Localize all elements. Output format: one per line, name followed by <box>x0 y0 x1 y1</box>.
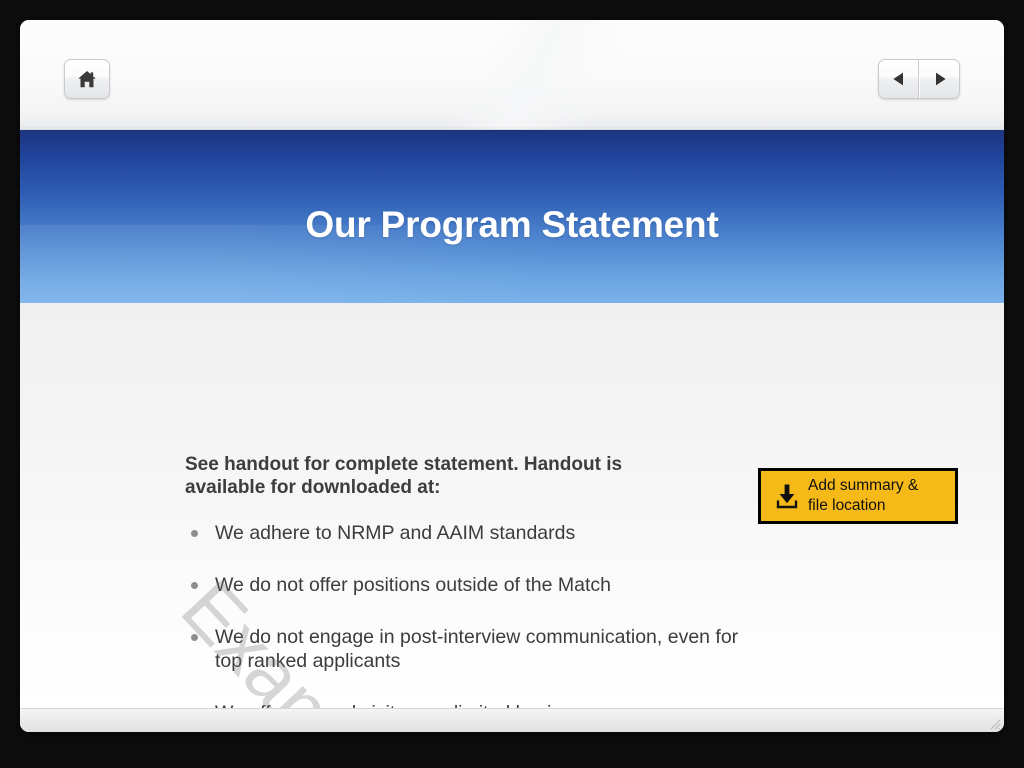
bullet-marker-icon <box>191 582 198 589</box>
statement-bullet-list: We adhere to NRMP and AAIM standards We … <box>185 521 845 708</box>
player-bottom-bar <box>20 708 1004 732</box>
previous-slide-button[interactable] <box>879 60 919 98</box>
list-item: We do not offer positions outside of the… <box>185 573 845 597</box>
resize-grip-icon[interactable] <box>987 716 1001 730</box>
slide-canvas: Our Program Statement See handout for co… <box>20 130 1004 708</box>
list-item: We offer second visits on a limited basi… <box>185 701 845 708</box>
home-button[interactable] <box>64 59 110 99</box>
bullet-marker-icon <box>191 530 198 537</box>
bullet-text: We do not offer positions outside of the… <box>215 574 612 596</box>
download-icon <box>776 484 798 509</box>
page-title: Our Program Statement <box>305 204 719 245</box>
list-item: We do not engage in post-interview commu… <box>185 625 845 673</box>
handout-note: See handout for complete statement. Hand… <box>185 454 623 498</box>
player-toolbar <box>20 20 1004 130</box>
triangle-right-icon <box>935 72 946 86</box>
bullet-text: We adhere to NRMP and AAIM standards <box>215 522 576 544</box>
bullet-marker-icon <box>191 634 198 641</box>
bullet-text: We do not engage in post-interview commu… <box>215 626 739 672</box>
add-summary-button[interactable]: Add summary & file location <box>758 468 958 524</box>
triangle-left-icon <box>892 72 903 86</box>
slide-body: See handout for complete statement. Hand… <box>20 303 1004 708</box>
next-slide-button[interactable] <box>919 60 959 98</box>
slide-title-band: Our Program Statement <box>20 130 1004 303</box>
add-summary-label: Add summary & file location <box>808 477 919 514</box>
screen-background: Our Program Statement See handout for co… <box>0 0 1024 768</box>
list-item: We adhere to NRMP and AAIM standards <box>185 521 845 545</box>
slide-navigation-group <box>878 59 960 99</box>
home-icon <box>78 70 96 87</box>
presentation-player-window: Our Program Statement See handout for co… <box>20 20 1004 732</box>
